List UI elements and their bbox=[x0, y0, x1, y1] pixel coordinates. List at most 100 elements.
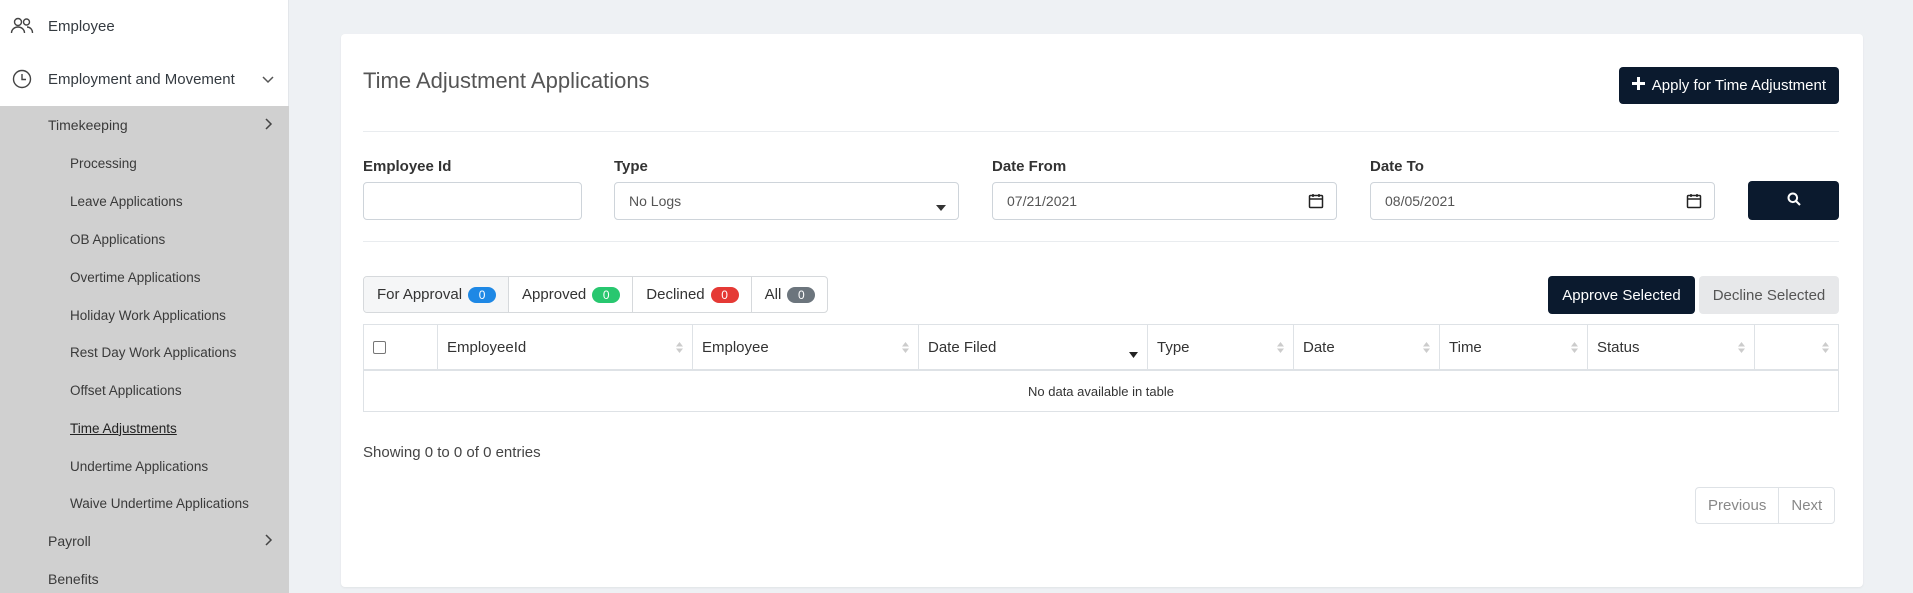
type-label: Type bbox=[614, 158, 648, 175]
tab-for-approval[interactable]: For Approval 0 bbox=[364, 277, 510, 312]
sidebar-item-label: Waive Undertime Applications bbox=[70, 495, 249, 511]
sidebar-item-label: Leave Applications bbox=[70, 193, 183, 209]
column-label: Date bbox=[1303, 338, 1335, 356]
search-button[interactable] bbox=[1748, 181, 1839, 220]
approve-selected-button[interactable]: Approve Selected bbox=[1548, 276, 1695, 314]
users-icon bbox=[9, 15, 35, 37]
sidebar-item-label: Employee bbox=[48, 17, 115, 35]
sidebar-item-rest-day-work-applications[interactable]: Rest Day Work Applications bbox=[0, 333, 289, 371]
sort-desc-icon bbox=[1129, 345, 1138, 362]
column-actions[interactable] bbox=[1755, 325, 1838, 369]
tab-approved[interactable]: Approved 0 bbox=[509, 277, 634, 312]
column-label: Employee bbox=[702, 338, 769, 356]
sidebar-submenu: Timekeeping Processing Leave Application… bbox=[0, 106, 289, 593]
sidebar-item-timekeeping[interactable]: Timekeeping bbox=[0, 106, 289, 144]
type-select[interactable]: No Logs bbox=[614, 182, 959, 220]
sort-icon bbox=[1277, 340, 1284, 357]
sort-icon bbox=[1822, 340, 1829, 357]
sort-icon bbox=[902, 340, 909, 357]
tab-declined[interactable]: Declined 0 bbox=[633, 277, 752, 312]
chevron-down-icon bbox=[262, 71, 274, 88]
search-icon bbox=[1787, 192, 1801, 210]
sidebar-item-label: Payroll bbox=[48, 533, 91, 549]
sidebar-item-holiday-work-applications[interactable]: Holiday Work Applications bbox=[0, 296, 289, 334]
date-from-value: 07/21/2021 bbox=[1007, 193, 1078, 209]
sidebar-item-label: Time Adjustments bbox=[70, 420, 177, 436]
count-badge: 0 bbox=[710, 286, 739, 303]
column-status[interactable]: Status bbox=[1588, 325, 1755, 369]
tab-label: All bbox=[764, 286, 782, 303]
chevron-right-icon bbox=[265, 117, 273, 133]
sort-icon bbox=[676, 340, 683, 357]
sidebar-item-time-adjustments[interactable]: Time Adjustments bbox=[0, 409, 289, 447]
table-header: EmployeeId Employee Date Filed Type Date… bbox=[364, 325, 1838, 371]
chevron-right-icon bbox=[265, 533, 273, 549]
count-badge: 0 bbox=[468, 286, 497, 303]
date-from-input[interactable]: 07/21/2021 bbox=[992, 182, 1337, 220]
main-card: Time Adjustment Applications Apply for T… bbox=[341, 34, 1863, 587]
sidebar-item-employment-and-movement[interactable]: Employment and Movement bbox=[0, 52, 288, 106]
table-info: Showing 0 to 0 of 0 entries bbox=[363, 444, 541, 461]
sidebar-item-label: Overtime Applications bbox=[70, 269, 201, 285]
sidebar-item-ob-applications[interactable]: OB Applications bbox=[0, 220, 289, 258]
sort-icon bbox=[1571, 340, 1578, 357]
status-tabs: For Approval 0 Approved 0 Declined 0 All… bbox=[363, 276, 829, 313]
sidebar-item-label: Undertime Applications bbox=[70, 458, 209, 474]
sidebar-item-offset-applications[interactable]: Offset Applications bbox=[0, 371, 289, 409]
apply-time-adjustment-button[interactable]: Apply for Time Adjustment bbox=[1618, 67, 1839, 104]
tab-label: Declined bbox=[646, 286, 705, 303]
caret-down-icon bbox=[936, 198, 946, 214]
sidebar-item-waive-undertime-applications[interactable]: Waive Undertime Applications bbox=[0, 484, 289, 522]
pagination: Previous Next bbox=[1695, 487, 1836, 524]
tab-all[interactable]: All 0 bbox=[752, 277, 828, 312]
previous-page-button[interactable]: Previous bbox=[1696, 488, 1780, 523]
column-label: Status bbox=[1597, 338, 1640, 356]
decline-selected-button[interactable]: Decline Selected bbox=[1699, 276, 1839, 314]
table-empty-row: No data available in table bbox=[364, 371, 1838, 411]
sort-icon bbox=[1423, 340, 1430, 357]
sidebar-item-processing[interactable]: Processing bbox=[0, 144, 289, 182]
divider bbox=[363, 131, 1839, 132]
employee-id-input[interactable] bbox=[363, 182, 582, 220]
applications-table: EmployeeId Employee Date Filed Type Date… bbox=[363, 324, 1839, 412]
column-date-filed[interactable]: Date Filed bbox=[919, 325, 1148, 369]
sidebar-item-label: Benefits bbox=[48, 571, 99, 587]
column-label: Type bbox=[1157, 338, 1190, 356]
column-employeeid[interactable]: EmployeeId bbox=[438, 325, 693, 369]
column-date[interactable]: Date bbox=[1294, 325, 1440, 369]
sidebar-item-overtime-applications[interactable]: Overtime Applications bbox=[0, 258, 289, 296]
tab-label: Approved bbox=[522, 286, 587, 303]
sidebar-item-label: Rest Day Work Applications bbox=[70, 344, 237, 360]
sidebar-item-label: OB Applications bbox=[70, 231, 166, 247]
select-all-checkbox[interactable] bbox=[373, 340, 386, 354]
column-employee[interactable]: Employee bbox=[693, 325, 919, 369]
column-label: Time bbox=[1449, 338, 1482, 356]
sidebar-item-label: Employment and Movement bbox=[48, 70, 235, 88]
column-label: EmployeeId bbox=[447, 338, 527, 356]
tab-label: For Approval bbox=[377, 286, 463, 303]
sort-icon bbox=[1738, 340, 1745, 357]
sidebar-item-label: Timekeeping bbox=[48, 117, 128, 133]
sidebar-item-employee[interactable]: Employee bbox=[0, 0, 288, 52]
sidebar-item-leave-applications[interactable]: Leave Applications bbox=[0, 182, 289, 220]
date-from-label: Date From bbox=[992, 158, 1067, 175]
calendar-icon[interactable] bbox=[1686, 193, 1702, 212]
sidebar-item-label: Offset Applications bbox=[70, 382, 182, 398]
date-to-input[interactable]: 08/05/2021 bbox=[1370, 182, 1715, 220]
sidebar-item-undertime-applications[interactable]: Undertime Applications bbox=[0, 447, 289, 485]
sidebar-item-payroll[interactable]: Payroll bbox=[0, 522, 289, 560]
count-badge: 0 bbox=[592, 286, 621, 303]
select-all-column bbox=[364, 325, 438, 369]
sidebar-item-benefits[interactable]: Benefits bbox=[0, 560, 289, 593]
next-page-button[interactable]: Next bbox=[1779, 488, 1834, 523]
clock-icon bbox=[9, 68, 35, 90]
sidebar: Employee Employment and Movement Timekee… bbox=[0, 0, 289, 593]
count-badge: 0 bbox=[787, 286, 816, 303]
calendar-icon[interactable] bbox=[1308, 193, 1324, 212]
employee-id-label: Employee Id bbox=[363, 158, 452, 175]
sidebar-item-label: Processing bbox=[70, 155, 137, 171]
page-title: Time Adjustment Applications bbox=[363, 68, 650, 93]
date-to-value: 08/05/2021 bbox=[1385, 193, 1456, 209]
column-time[interactable]: Time bbox=[1440, 325, 1588, 369]
column-type[interactable]: Type bbox=[1148, 325, 1294, 369]
